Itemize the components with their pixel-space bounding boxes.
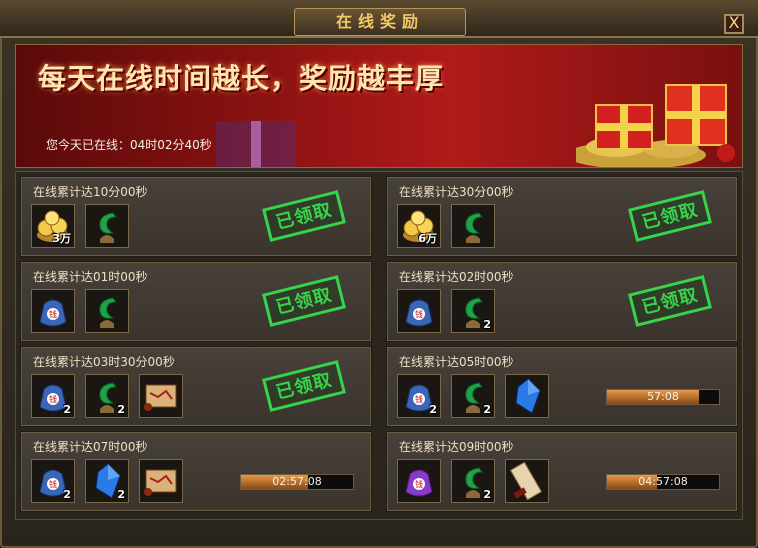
- scroll-map-icon: [140, 469, 182, 506]
- countdown-timer: 04:57:08: [638, 475, 688, 488]
- reward-item-slot[interactable]: 钱2: [31, 374, 75, 418]
- purple-bag-icon: 钱: [398, 469, 440, 506]
- reward-card[interactable]: 在线累计达03时30分00秒钱 2 2 已领取: [20, 346, 372, 427]
- claimed-stamp: 已领取: [262, 190, 346, 242]
- jade-fragment-icon: [86, 297, 128, 336]
- svg-text:钱: 钱: [49, 309, 57, 319]
- item-quantity: 2: [429, 403, 437, 416]
- rolled-scroll-icon: [506, 461, 548, 506]
- jade-fragment-icon: [86, 212, 128, 251]
- countdown-progress-bar: 57:08: [606, 389, 720, 405]
- reward-requirement-label: 在线累计达07时00秒: [33, 440, 148, 454]
- reward-item-slot[interactable]: 钱: [397, 459, 441, 503]
- reward-item-slot[interactable]: [505, 459, 549, 503]
- reward-item-slot[interactable]: 6万: [397, 204, 441, 248]
- reward-requirement-label: 在线累计达10分00秒: [33, 185, 148, 199]
- gift-pile-icon: [576, 84, 735, 167]
- reward-card[interactable]: 在线累计达05时00秒钱 2 2 57:08: [386, 346, 738, 427]
- reward-item-slot[interactable]: [85, 289, 129, 333]
- window-footer: [15, 520, 741, 538]
- blue-crystal-icon: [506, 378, 548, 421]
- blue-bag-icon: 钱: [398, 299, 440, 336]
- reward-item-slot[interactable]: [139, 374, 183, 418]
- claimed-stamp: 已领取: [628, 275, 712, 327]
- reward-item-slot[interactable]: 钱: [31, 289, 75, 333]
- reward-requirement-label: 在线累计达30分00秒: [399, 185, 514, 199]
- countdown-timer: 57:08: [647, 390, 679, 403]
- countdown-progress-bar: 04:57:08: [606, 474, 720, 490]
- promo-banner: 每天在线时间越长，奖励越丰厚 您今天已在线：04时02分40秒: [15, 44, 743, 168]
- reward-item-slot[interactable]: [451, 204, 495, 248]
- svg-text:钱: 钱: [49, 394, 57, 404]
- item-quantity: 2: [63, 403, 71, 416]
- reward-item-slot[interactable]: 钱: [397, 289, 441, 333]
- item-quantity: 2: [483, 403, 491, 416]
- reward-requirement-label: 在线累计达09时00秒: [399, 440, 514, 454]
- reward-item-slot[interactable]: 3万: [31, 204, 75, 248]
- reward-item-slot[interactable]: [139, 459, 183, 503]
- item-quantity: 2: [63, 488, 71, 501]
- scroll-map-icon: [140, 384, 182, 421]
- countdown-timer: 02:57:08: [272, 475, 322, 488]
- banner-headline: 每天在线时间越长，奖励越丰厚: [38, 62, 445, 95]
- reward-card[interactable]: 在线累计达10分00秒 3万 已领取: [20, 176, 372, 257]
- item-quantity: 2: [117, 488, 125, 501]
- reward-item-slot[interactable]: [505, 374, 549, 418]
- countdown-progress-bar: 02:57:08: [240, 474, 354, 490]
- window-title: 在线奖励: [294, 8, 466, 36]
- reward-requirement-label: 在线累计达03时30分00秒: [33, 355, 175, 369]
- item-quantity: 2: [483, 318, 491, 331]
- reward-item-slot[interactable]: 2: [85, 374, 129, 418]
- reward-item-slot[interactable]: 钱2: [397, 374, 441, 418]
- reward-card[interactable]: 在线累计达07时00秒钱 2 2 02:57:08: [20, 431, 372, 512]
- jade-fragment-icon: [452, 212, 494, 251]
- reward-item-slot[interactable]: [85, 204, 129, 248]
- reward-item-slot[interactable]: 钱2: [31, 459, 75, 503]
- item-quantity: 6万: [418, 232, 437, 245]
- claimed-stamp: 已领取: [262, 275, 346, 327]
- claimed-stamp: 已领取: [262, 360, 346, 412]
- reward-card[interactable]: 在线累计达02时00秒钱 2 已领取: [386, 261, 738, 342]
- reward-item-slot[interactable]: 2: [451, 459, 495, 503]
- reward-requirement-label: 在线累计达05时00秒: [399, 355, 514, 369]
- item-quantity: 2: [483, 488, 491, 501]
- close-button[interactable]: X: [724, 14, 744, 34]
- claimed-stamp: 已领取: [628, 190, 712, 242]
- reward-requirement-label: 在线累计达02时00秒: [399, 270, 514, 284]
- svg-text:钱: 钱: [415, 309, 423, 319]
- reward-requirement-label: 在线累计达01时00秒: [33, 270, 148, 284]
- reward-grid: 在线累计达10分00秒 3万 已领取 在线累计达30分00秒 6万 已领取 在线累计达01时…: [15, 171, 743, 520]
- blue-bag-icon: 钱: [32, 299, 74, 336]
- reward-item-slot[interactable]: 2: [85, 459, 129, 503]
- reward-card[interactable]: 在线累计达30分00秒 6万 已领取: [386, 176, 738, 257]
- svg-text:钱: 钱: [49, 479, 57, 489]
- item-quantity: 2: [117, 403, 125, 416]
- reward-card[interactable]: 在线累计达09时00秒钱 2 04:57:08: [386, 431, 738, 512]
- item-quantity: 3万: [52, 232, 71, 245]
- svg-text:钱: 钱: [415, 479, 423, 489]
- reward-item-slot[interactable]: 2: [451, 374, 495, 418]
- reward-item-slot[interactable]: 2: [451, 289, 495, 333]
- online-time-text: 您今天已在线：04时02分40秒: [46, 138, 212, 152]
- reward-card[interactable]: 在线累计达01时00秒钱 已领取: [20, 261, 372, 342]
- title-bar[interactable]: 在线奖励 X: [0, 0, 758, 38]
- svg-text:钱: 钱: [415, 394, 423, 404]
- purple-gift-icon: [216, 121, 296, 167]
